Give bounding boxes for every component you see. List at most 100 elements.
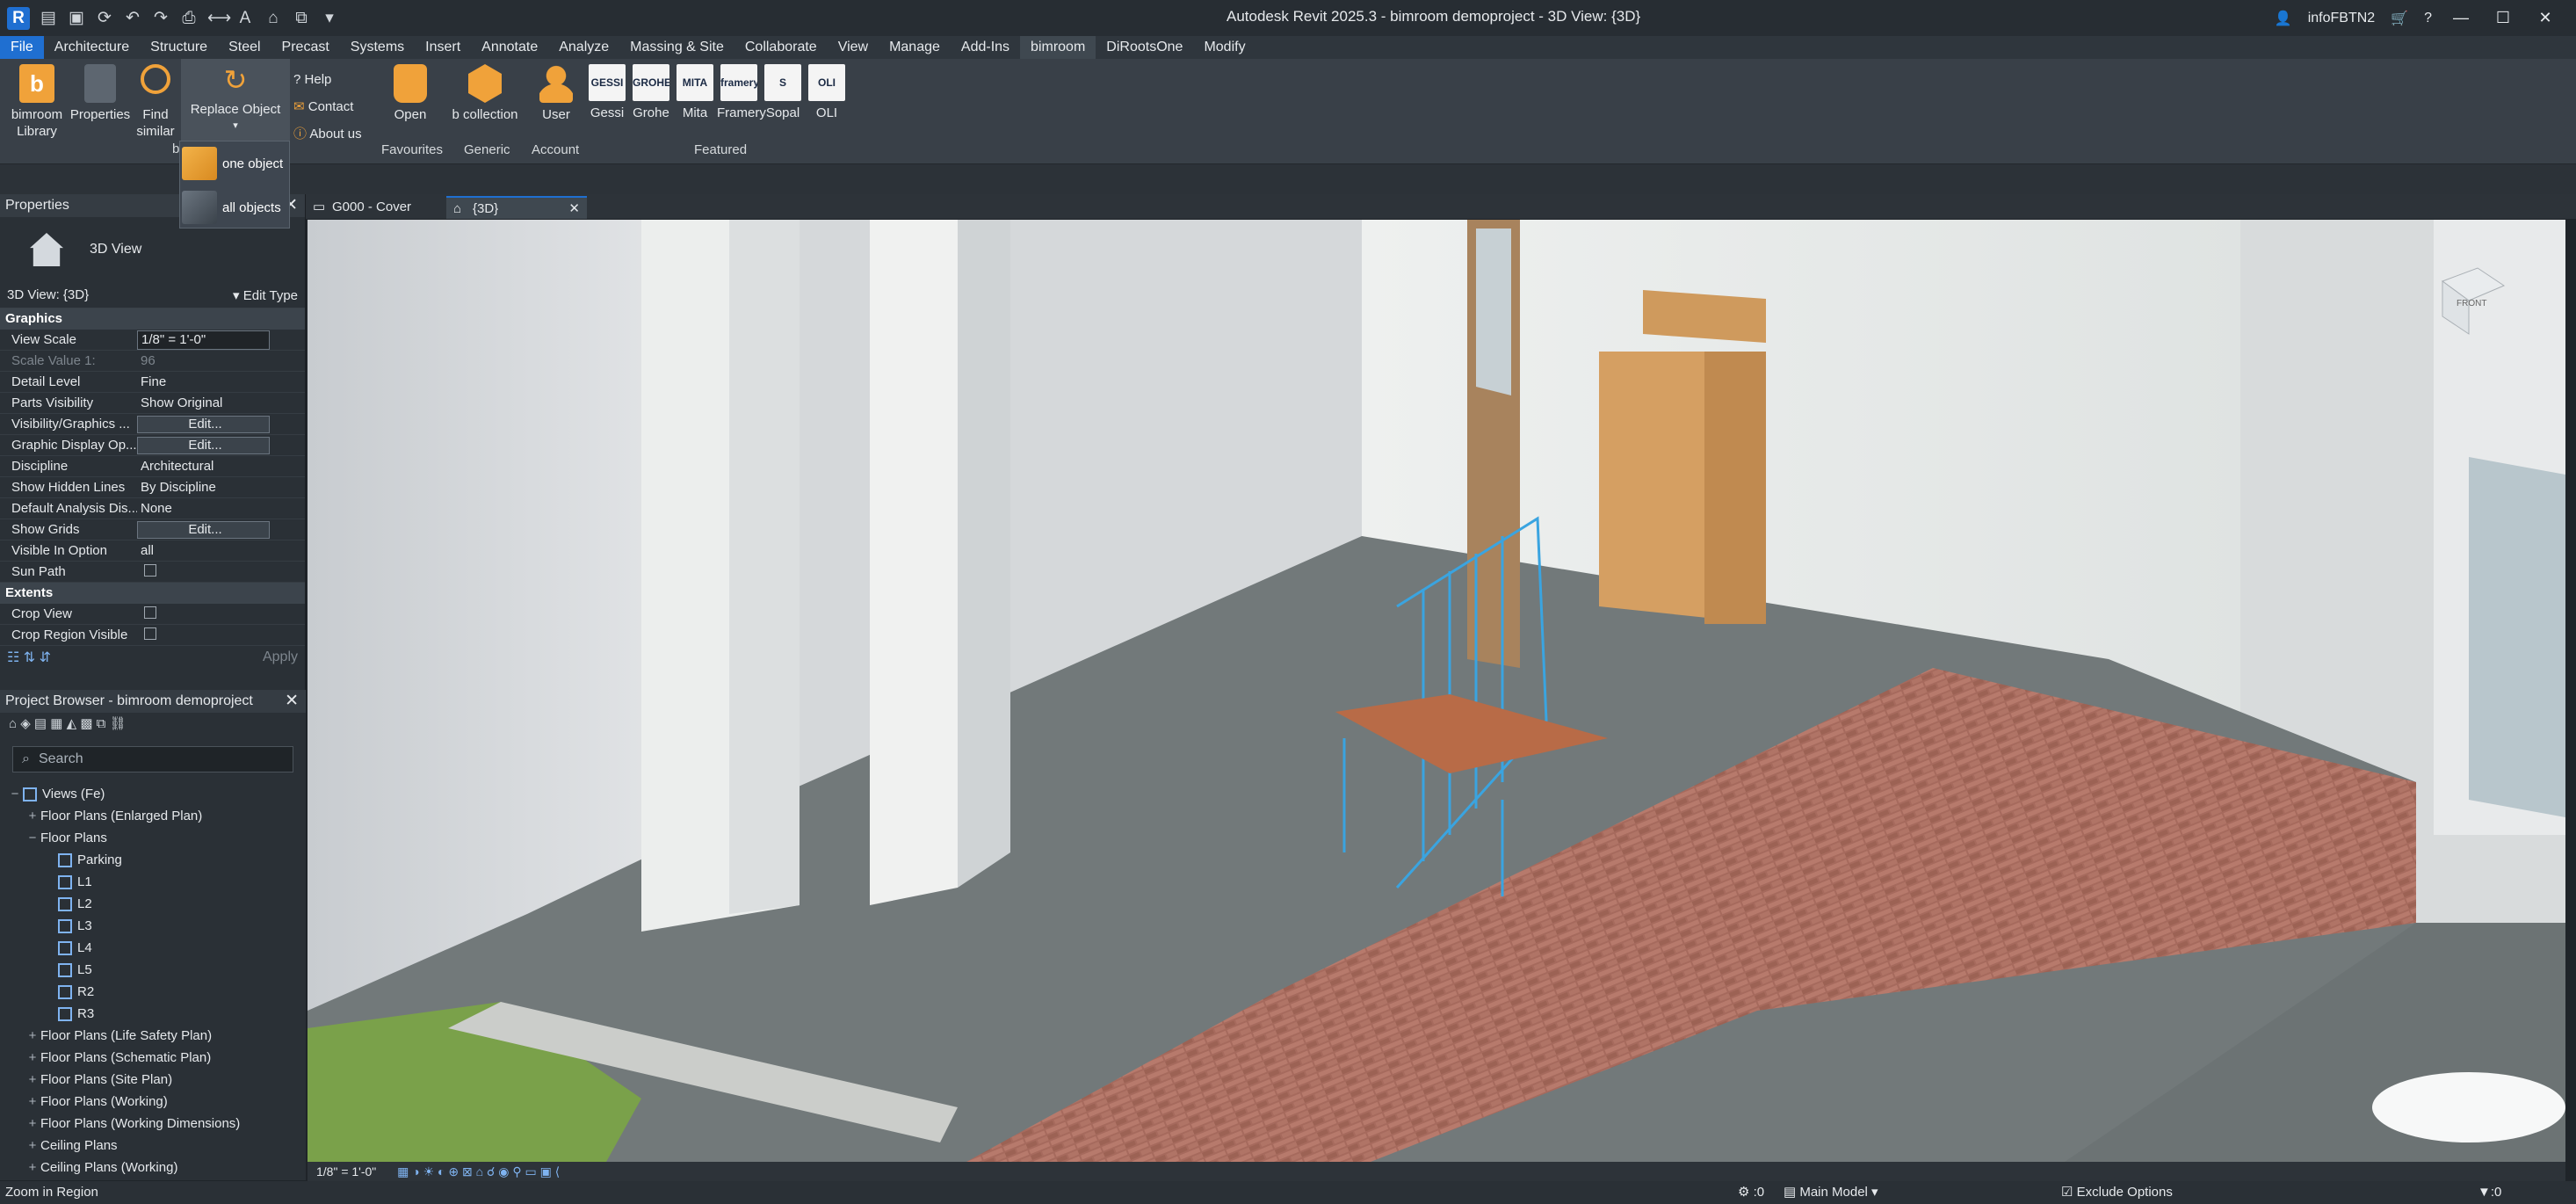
tab-dirootsone[interactable]: DiRootsOne [1096,36,1193,59]
text-icon[interactable]: A [235,9,255,28]
browser-tree-item[interactable]: − Views (Fe) [0,783,306,805]
browser-tree-item[interactable]: L2 [0,893,306,915]
close-tab-icon[interactable]: ✕ [568,198,580,221]
expand-icon[interactable]: + [25,1113,40,1135]
browser-tree-item[interactable]: Parking [0,849,306,871]
property-value[interactable] [137,627,305,643]
exclude-options-checkbox[interactable]: ☑ Exclude Options [2061,1181,2173,1204]
expand-icon[interactable]: + [25,1025,40,1047]
browser-tree-item[interactable]: L1 [0,871,306,893]
checkbox[interactable] [144,606,156,619]
tab-3d[interactable]: ⌂ {3D} ✕ [446,196,587,219]
edit-type-button[interactable]: ▾ Edit Type [233,287,298,303]
find-similar-button[interactable]: Find similar [130,64,181,140]
property-value[interactable]: Edit... [137,415,270,433]
expand-icon[interactable]: + [25,1069,40,1091]
tab-analyze[interactable]: Analyze [548,36,619,59]
contact-link[interactable]: ✉ Contact [293,93,362,120]
checkbox[interactable] [144,563,156,577]
open-icon[interactable]: ▤ [39,9,58,28]
3d-view-icon[interactable]: ⌂ [264,9,283,28]
browser-tree-item[interactable]: + Floor Plans (Working) [0,1091,306,1113]
tab-architecture[interactable]: Architecture [44,36,140,59]
browser-toolbar[interactable]: ⌂ ◈ ▤ ▦ ◭ ▩ ⧉ ⛓ [0,713,306,736]
user-icon[interactable]: 👤 [2275,10,2292,27]
about-link[interactable]: ⓘ About us [293,120,362,148]
browser-tree-item[interactable]: R2 [0,981,306,1003]
properties-button[interactable]: Properties [69,64,132,123]
tab-modify[interactable]: Modify [1193,36,1255,59]
expand-icon[interactable]: + [25,1157,40,1179]
collapse-icon[interactable]: − [7,783,23,805]
maximize-button[interactable]: ☐ [2490,9,2516,27]
tab-insert[interactable]: Insert [415,36,471,59]
close-browser-icon[interactable]: ✕ [285,690,299,713]
expand-icon[interactable]: + [25,1135,40,1157]
browser-tree-item[interactable]: + Ceiling Plans (Working) [0,1157,306,1179]
view-control-icons[interactable]: ▦ ◑ ☀ ◐ ⊕ ⊠ ⌂ ☌ ◉ ⚲ ▭ ▣ ⟨ [397,1164,560,1179]
tab-massing-site[interactable]: Massing & Site [619,36,734,59]
brand-sopal-button[interactable]: S Sopal [761,64,805,121]
tab-view[interactable]: View [828,36,879,59]
tab-structure[interactable]: Structure [140,36,218,59]
tab-steel[interactable]: Steel [218,36,271,59]
tab-file[interactable]: File [0,36,44,59]
browser-tree-item[interactable]: − Floor Plans [0,827,306,849]
redo-icon[interactable]: ↷ [151,9,170,28]
collapse-icon[interactable]: − [25,827,40,849]
brand-oli-button[interactable]: OLI OLI [805,64,849,121]
design-options-icon[interactable]: ▤ Main Model ▾ [1784,1181,1878,1204]
property-value[interactable]: 1/8" = 1'-0" [137,330,270,350]
tab-manage[interactable]: Manage [879,36,951,59]
property-value[interactable] [137,563,305,580]
tab-annotate[interactable]: Annotate [471,36,548,59]
brand-mita-button[interactable]: MITA Mita [673,64,717,121]
replace-all-objects-item[interactable]: all objects [180,185,289,229]
tab-g000-cover[interactable]: ▭ G000 - Cover [306,196,446,219]
browser-tree-item[interactable]: + Floor Plans (Schematic Plan) [0,1047,306,1069]
property-value[interactable]: Edit... [137,436,270,454]
browser-tree-item[interactable]: L5 [0,959,306,981]
property-value[interactable]: Edit... [137,520,270,539]
replace-one-object-item[interactable]: one object [180,141,289,185]
save-icon[interactable]: ▣ [67,9,86,28]
instance-selector[interactable]: 3D View: {3D} ▾ Edit Type [0,282,305,308]
brand-gessi-button[interactable]: GESSI Gessi [585,64,629,121]
tab-systems[interactable]: Systems [340,36,415,59]
cart-icon[interactable]: 🛒 [2391,10,2408,27]
measure-icon[interactable]: ⟷ [207,9,231,28]
b-collection-button[interactable]: b collection [445,64,525,123]
browser-tree-item[interactable]: L4 [0,937,306,959]
expand-icon[interactable]: + [25,805,40,827]
view-scale-display[interactable]: 1/8" = 1'-0" [316,1164,376,1179]
print-icon[interactable]: ⎙ [179,9,199,28]
switch-windows-icon[interactable]: ⧉ [292,9,311,28]
checkbox[interactable] [144,627,156,640]
brand-framery-button[interactable]: framery Framery [717,64,766,121]
browser-tree-item[interactable]: L3 [0,915,306,937]
3d-viewport[interactable]: FRONT [308,220,2565,1162]
extents-group-header[interactable]: Extents [0,583,305,604]
brand-grohe-button[interactable]: GROHE Grohe [629,64,673,121]
minimize-button[interactable]: — [2448,9,2474,27]
browser-search-input[interactable]: ⌕ Search [12,746,293,772]
tab-bimroom[interactable]: bimroom [1020,36,1096,59]
help-icon[interactable]: ? [2424,11,2432,26]
open-favourites-button[interactable]: Open [387,64,434,123]
browser-tree-item[interactable]: + Floor Plans (Working Dimensions) [0,1113,306,1135]
browser-tree-item[interactable]: R3 [0,1003,306,1025]
tab-precast[interactable]: Precast [271,36,340,59]
sync-icon[interactable]: ⟳ [95,9,114,28]
user-name[interactable]: infoFBTN2 [2308,11,2375,26]
browser-tree-item[interactable]: + Floor Plans (Enlarged Plan) [0,805,306,827]
properties-filter-icon[interactable]: ☷ ⇅ ⇵ [7,649,51,666]
browser-tree-item[interactable]: + Ceiling Plans [0,1135,306,1157]
user-button[interactable]: User [534,64,578,123]
workset-icon[interactable]: ⚙ :0 [1738,1181,1764,1204]
help-link[interactable]: ? Help [293,66,362,93]
expand-icon[interactable]: + [25,1091,40,1113]
browser-tree-item[interactable]: + Floor Plans (Site Plan) [0,1069,306,1091]
close-button[interactable]: ✕ [2532,9,2558,27]
undo-icon[interactable]: ↶ [123,9,142,28]
bimroom-library-button[interactable]: b bimroom Library [4,64,70,140]
